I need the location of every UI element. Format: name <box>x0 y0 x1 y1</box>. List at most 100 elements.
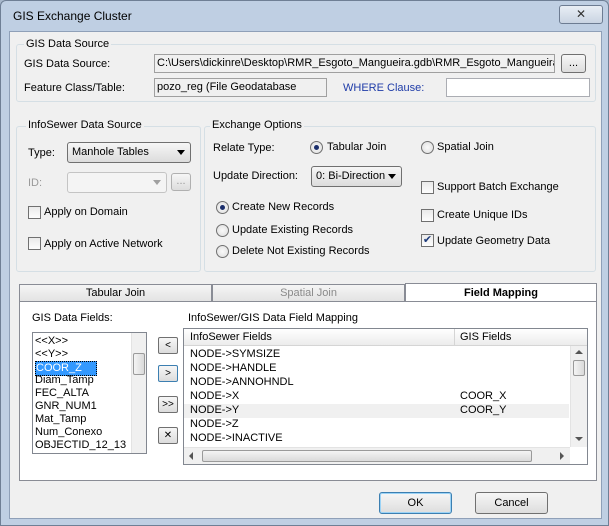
mapping-grid[interactable]: InfoSewer Fields GIS Fields NODE->SYMSIZ… <box>183 328 588 465</box>
update-geometry-data-checkbox[interactable]: ✔ <box>421 234 434 247</box>
update-existing-records-radio[interactable] <box>216 224 229 237</box>
create-new-records-label: Create New Records <box>232 201 335 213</box>
id-dropdown[interactable] <box>67 172 167 193</box>
tab-spatial-join[interactable]: Spatial Join <box>212 284 405 301</box>
type-dropdown-value: Manhole Tables <box>72 146 149 158</box>
cell-infosewer: NODE->INACTIVE <box>190 432 283 444</box>
gis-data-fields-list[interactable]: <<X>> <<Y>> COOR_Z Diam_Tamp FEC_ALTA GN… <box>32 332 147 454</box>
list-item[interactable]: <<X>> <box>35 335 68 348</box>
id-browse-button[interactable]: ... <box>171 173 191 191</box>
scrollbar-thumb[interactable] <box>573 360 585 376</box>
support-batch-exchange-label: Support Batch Exchange <box>437 181 559 193</box>
gis-data-source-field[interactable]: C:\Users\dickinre\Desktop\RMR_Esgoto_Man… <box>154 54 555 73</box>
create-new-records-radio[interactable] <box>216 201 229 214</box>
gis-data-source-group-title: GIS Data Source <box>24 38 112 50</box>
type-label: Type: <box>28 147 55 159</box>
chevron-down-icon <box>177 150 185 155</box>
cell-infosewer: NODE->ANNOHNDL <box>190 376 294 388</box>
list-item[interactable]: <<Y>> <box>35 348 68 361</box>
table-row[interactable]: NODE->X COOR_X <box>184 390 569 404</box>
gis-data-fields-label: GIS Data Fields: <box>32 312 113 324</box>
apply-on-domain-checkbox[interactable] <box>28 206 41 219</box>
tab-field-mapping[interactable]: Field Mapping <box>405 283 597 302</box>
cell-infosewer: NODE->Z <box>190 418 239 430</box>
add-all-mapping-button[interactable]: >> <box>158 396 178 413</box>
cell-gis: COOR_X <box>460 390 507 402</box>
chevron-down-icon <box>388 174 396 179</box>
update-direction-value: 0: Bi-Direction <box>316 170 386 182</box>
tab-tabular-join[interactable]: Tabular Join <box>19 284 212 301</box>
table-row[interactable]: NODE->ANNOHNDL <box>184 376 569 390</box>
create-unique-ids-checkbox[interactable] <box>421 209 434 222</box>
update-existing-records-label: Update Existing Records <box>232 224 354 236</box>
cell-infosewer: NODE->X <box>190 390 240 402</box>
feature-class-field[interactable]: pozo_reg (File Geodatabase <box>154 78 327 97</box>
create-unique-ids-label: Create Unique IDs <box>437 209 528 221</box>
dialog-window: GIS Exchange Cluster ✕ GIS Data Source G… <box>0 0 609 526</box>
gis-source-browse-button[interactable]: ... <box>561 54 586 73</box>
update-direction-label: Update Direction: <box>213 170 298 182</box>
tabular-join-radio-label: Tabular Join <box>327 141 387 153</box>
table-row[interactable]: NODE->SYMSIZE <box>184 348 569 362</box>
window-title: GIS Exchange Cluster <box>13 9 132 23</box>
update-direction-dropdown[interactable]: 0: Bi-Direction <box>311 166 402 187</box>
clear-mapping-button[interactable]: ✕ <box>158 427 178 444</box>
list-item[interactable]: Diam_Tamp <box>35 374 94 387</box>
scrollbar-thumb[interactable] <box>133 353 145 375</box>
tabular-join-radio[interactable] <box>310 141 323 154</box>
grid-header: InfoSewer Fields GIS Fields <box>184 329 587 346</box>
close-button[interactable]: ✕ <box>559 5 603 24</box>
dialog-client-area: GIS Data Source GIS Data Source: C:\User… <box>9 31 602 519</box>
chevron-left-icon[interactable] <box>189 452 193 460</box>
cancel-button[interactable]: Cancel <box>475 492 548 514</box>
id-label: ID: <box>28 177 43 189</box>
clear-icon: ✕ <box>163 430 173 441</box>
delete-not-existing-records-radio[interactable] <box>216 245 229 258</box>
feature-class-label: Feature Class/Table: <box>24 82 125 94</box>
spatial-join-radio[interactable] <box>421 141 434 154</box>
table-row-highlighted[interactable]: NODE->Y COOR_Y <box>184 404 569 418</box>
cell-gis: COOR_Y <box>460 404 507 416</box>
cell-infosewer: NODE->Y <box>190 404 240 416</box>
apply-on-active-network-checkbox[interactable] <box>28 237 41 250</box>
where-clause-input[interactable] <box>446 78 590 97</box>
list-item[interactable]: FEC_ALTA <box>35 387 89 400</box>
grid-horizontal-scrollbar[interactable] <box>184 447 570 464</box>
list-item[interactable]: OBJECTID_12_13 <box>35 439 126 452</box>
chevron-down-icon <box>153 180 161 185</box>
apply-on-domain-label: Apply on Domain <box>44 206 128 218</box>
infosewer-data-source-group-title: InfoSewer Data Source <box>26 119 144 131</box>
mapping-grid-label: InfoSewer/GIS Data Field Mapping <box>188 312 358 324</box>
add-mapping-button[interactable]: > <box>158 365 178 382</box>
chevron-right-icon[interactable] <box>560 452 564 460</box>
table-row[interactable]: NODE->INACTIVE <box>184 432 569 446</box>
table-row[interactable]: NODE->Z <box>184 418 569 432</box>
cell-infosewer: NODE->HANDLE <box>190 362 277 374</box>
column-divider <box>454 329 455 346</box>
ok-button[interactable]: OK <box>379 492 452 514</box>
chevron-up-icon[interactable] <box>575 350 583 354</box>
cell-infosewer: NODE->SYMSIZE <box>190 348 281 360</box>
support-batch-exchange-checkbox[interactable] <box>421 181 434 194</box>
list-item[interactable]: Mat_Tamp <box>35 413 86 426</box>
table-row[interactable]: NODE->HANDLE <box>184 362 569 376</box>
column-header-infosewer-fields[interactable]: InfoSewer Fields <box>190 331 272 343</box>
type-dropdown[interactable]: Manhole Tables <box>67 142 191 163</box>
where-clause-link[interactable]: WHERE Clause: <box>343 82 424 94</box>
exchange-options-group-title: Exchange Options <box>210 119 304 131</box>
spatial-join-radio-label: Spatial Join <box>437 141 494 153</box>
close-icon: ✕ <box>575 7 587 21</box>
relate-type-label: Relate Type: <box>213 142 275 154</box>
gis-fields-scrollbar[interactable] <box>131 333 146 453</box>
update-geometry-data-label: Update Geometry Data <box>437 235 551 247</box>
delete-not-existing-records-label: Delete Not Existing Records <box>232 245 370 257</box>
chevron-down-icon[interactable] <box>575 437 583 441</box>
grid-vertical-scrollbar[interactable] <box>570 346 587 447</box>
list-item[interactable]: Num_Conexo <box>35 426 102 439</box>
column-header-gis-fields[interactable]: GIS Fields <box>460 331 511 343</box>
gis-data-source-label: GIS Data Source: <box>24 58 111 70</box>
apply-on-active-network-label: Apply on Active Network <box>44 238 163 250</box>
list-item[interactable]: GNR_NUM1 <box>35 400 97 413</box>
remove-mapping-button[interactable]: < <box>158 337 178 354</box>
scrollbar-thumb[interactable] <box>202 450 532 462</box>
